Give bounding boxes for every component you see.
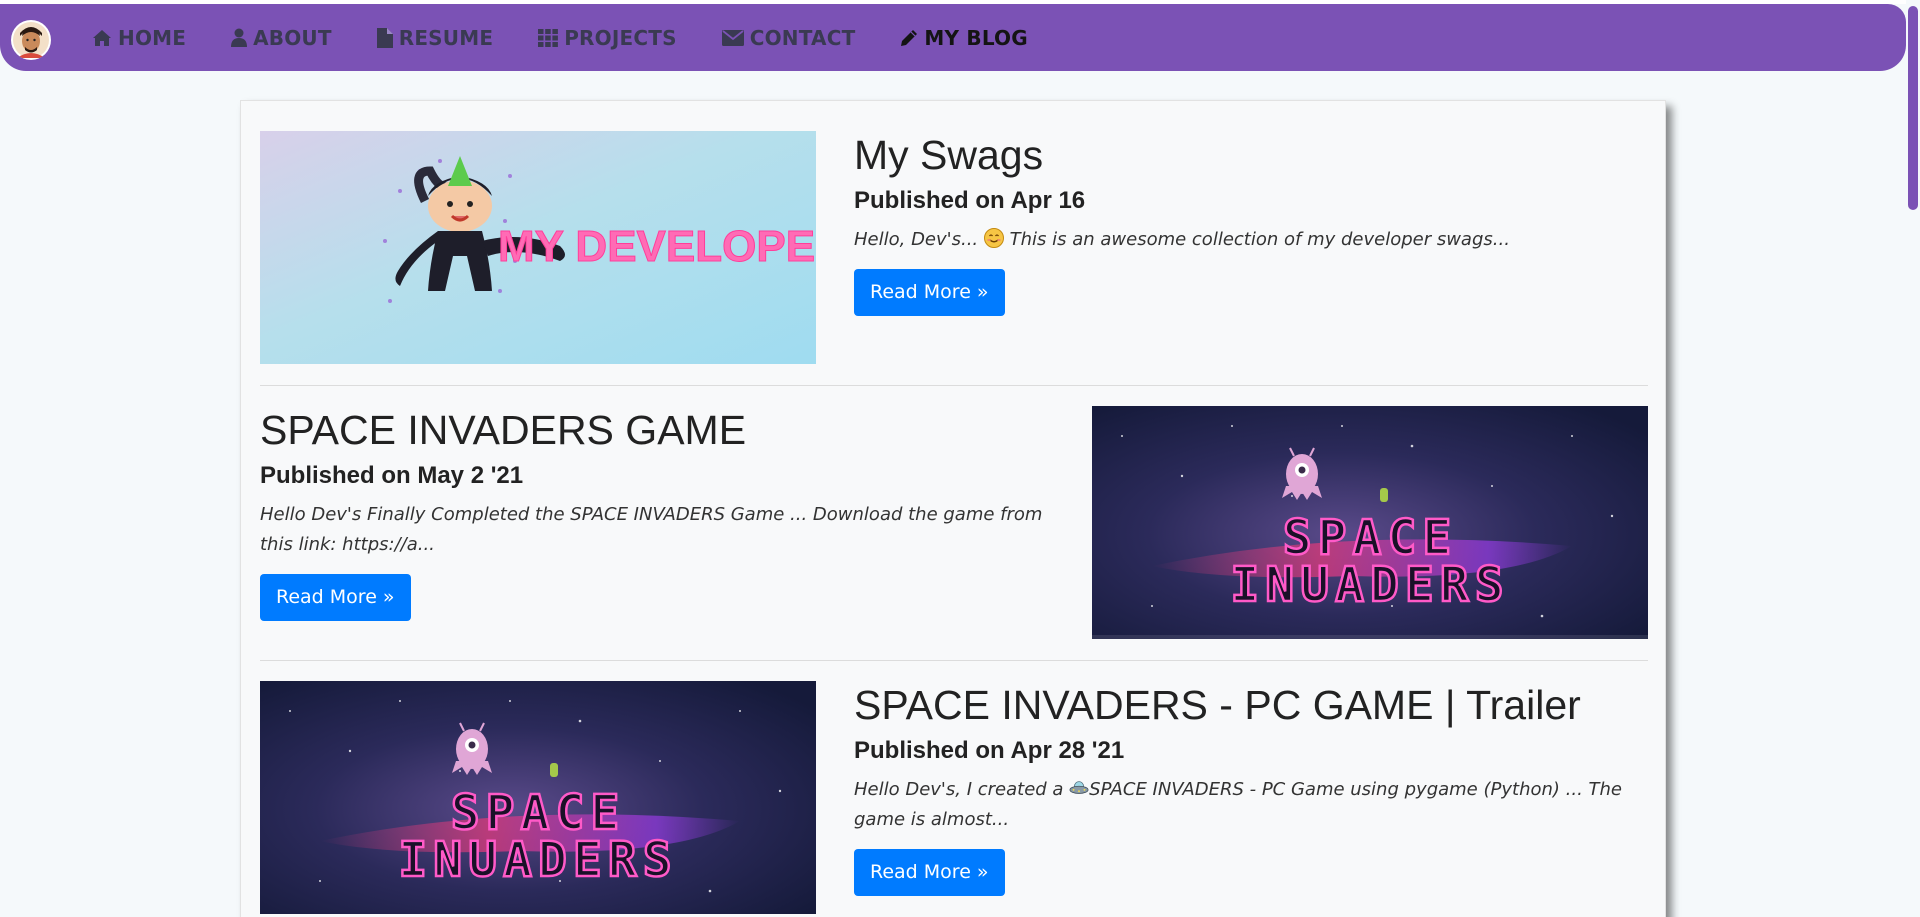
envelope-icon <box>721 29 744 46</box>
file-icon <box>376 27 393 48</box>
blog-post: MY DEVELOPER SWAG My Swags Published on … <box>260 131 1648 367</box>
nav-about-label: ABOUT <box>253 25 332 50</box>
nav-home-label: HOME <box>118 25 187 50</box>
read-more-button[interactable]: Read More » <box>260 574 411 621</box>
post-excerpt: Hello Dev's, I created a SPACE INVADERS … <box>854 779 1622 830</box>
ufo-emoji-icon <box>1069 781 1089 794</box>
page-scrollbar[interactable] <box>1906 0 1920 917</box>
post-excerpt: Hello, Dev's... This is an awesome colle… <box>854 228 1510 250</box>
nav-home[interactable]: HOME <box>92 4 186 71</box>
nav-resume[interactable]: RESUME <box>376 4 494 71</box>
post-divider <box>260 660 1648 661</box>
post-divider <box>260 385 1648 386</box>
post-thumbnail[interactable]: MY DEVELOPER SWAG <box>260 131 816 364</box>
post-date: Published on Apr 16 <box>854 187 1086 214</box>
nav-projects-label: PROJECTS <box>564 25 677 50</box>
post-title[interactable]: My Swags <box>854 132 1648 178</box>
nav-blog[interactable]: MY BLOG <box>900 4 1028 71</box>
post-title[interactable]: SPACE INVADERS GAME <box>260 407 1060 453</box>
post-thumbnail[interactable]: SPACE INUADERS <box>1092 406 1648 639</box>
profile-avatar[interactable] <box>11 20 51 60</box>
thumbnail-text: MY DEVELOPER SWAG <box>498 222 816 271</box>
home-icon <box>93 29 111 46</box>
navbar: HOME ABOUT RESUME PROJECTS CONTACT MY BL… <box>0 4 1906 71</box>
thumbnail-text-line2: INUADERS <box>1230 557 1509 613</box>
smile-emoji-icon <box>983 228 1004 248</box>
nav-projects[interactable]: PROJECTS <box>538 4 677 71</box>
blog-post: SPACE INVADERS GAME Published on May 2 '… <box>260 406 1648 642</box>
user-icon <box>231 28 248 47</box>
blog-list: MY DEVELOPER SWAG My Swags Published on … <box>240 100 1666 917</box>
nav-resume-label: RESUME <box>398 25 494 50</box>
post-date: Published on Apr 28 '21 <box>854 737 1125 764</box>
read-more-button[interactable]: Read More » <box>854 269 1005 316</box>
pencil-icon <box>901 29 918 46</box>
post-title[interactable]: SPACE INVADERS - PC GAME | Trailer <box>854 682 1648 728</box>
read-more-button[interactable]: Read More » <box>854 849 1005 896</box>
nav-about[interactable]: ABOUT <box>231 4 332 71</box>
post-excerpt: Hello Dev's Finally Completed the SPACE … <box>260 504 1043 555</box>
grid-icon <box>538 28 559 47</box>
post-thumbnail[interactable]: SPACE INUADERS <box>260 681 816 914</box>
post-date: Published on May 2 '21 <box>260 462 524 489</box>
nav-blog-label: MY BLOG <box>924 25 1028 50</box>
thumbnail-text-line2: INUADERS <box>398 832 677 888</box>
scrollbar-thumb[interactable] <box>1908 6 1918 210</box>
nav-contact-label: CONTACT <box>749 25 856 50</box>
blog-post: SPACE INUADERS SPACE INVADERS - PC GAME … <box>260 681 1648 917</box>
nav-contact[interactable]: CONTACT <box>721 4 856 71</box>
